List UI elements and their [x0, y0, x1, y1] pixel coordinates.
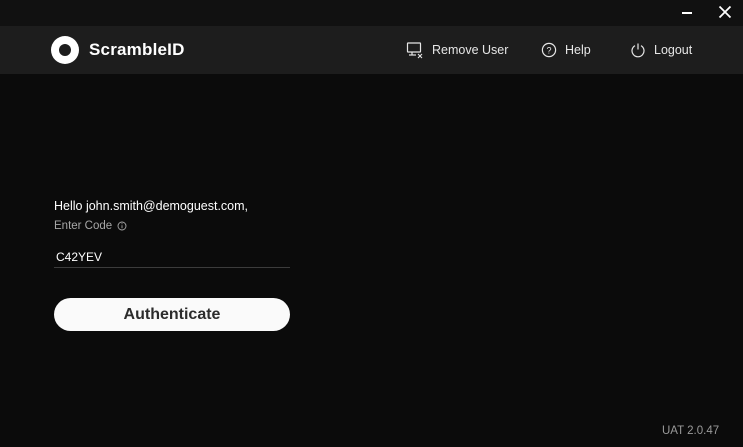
close-button[interactable] [708, 0, 742, 24]
scrambleid-logo-icon [50, 35, 80, 65]
remove-user-icon [406, 41, 424, 59]
minimize-button[interactable] [670, 0, 704, 24]
svg-text:?: ? [546, 45, 551, 55]
minimize-icon [682, 12, 692, 14]
power-icon [630, 42, 646, 58]
app-window: ScrambleID Remove User ? Help Logout Hel… [0, 0, 743, 447]
info-icon[interactable] [117, 221, 127, 231]
help-button[interactable]: ? Help [541, 40, 591, 60]
authenticate-button[interactable]: Authenticate [54, 298, 290, 331]
brand: ScrambleID [50, 36, 185, 64]
code-label: Enter Code [54, 220, 113, 232]
remove-user-label: Remove User [432, 43, 509, 57]
version-label: UAT 2.0.47 [662, 425, 720, 437]
title-bar [0, 0, 743, 26]
greeting-text: Hello john.smith@demoguest.com, [54, 199, 249, 213]
help-label: Help [565, 43, 591, 57]
app-header: ScrambleID Remove User ? Help Logout [0, 26, 743, 74]
logout-label: Logout [654, 43, 693, 57]
code-label-row: Enter Code [54, 220, 127, 232]
brand-name: ScrambleID [89, 40, 185, 59]
logout-button[interactable]: Logout [630, 40, 692, 60]
close-icon [718, 5, 732, 19]
remove-user-button[interactable]: Remove User [406, 40, 508, 60]
help-icon: ? [541, 42, 557, 58]
code-input[interactable] [54, 247, 290, 268]
